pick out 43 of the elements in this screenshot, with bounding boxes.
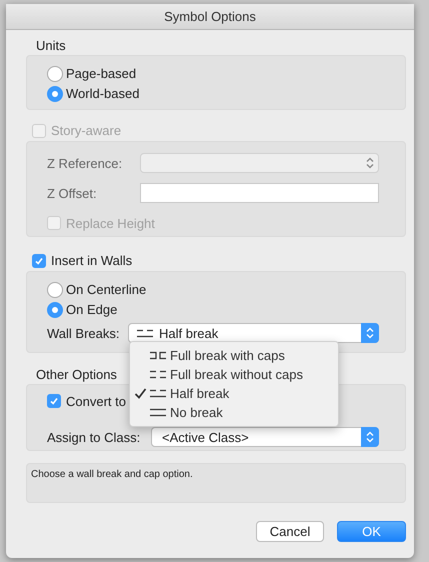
window-title: Symbol Options xyxy=(6,4,414,30)
menu-item-label: Half break xyxy=(170,386,230,401)
menu-item-label: Full break with caps xyxy=(170,348,285,363)
checkmark-icon xyxy=(34,256,44,266)
menu-item[interactable]: Half break xyxy=(130,384,338,403)
radio-label: Page-based xyxy=(66,66,136,81)
section-label: Units xyxy=(36,38,66,54)
field-label: Assign to Class: xyxy=(47,430,142,444)
checkbox-label: Convert to xyxy=(66,394,126,408)
checkmark-icon xyxy=(49,396,59,406)
checkbox[interactable] xyxy=(32,254,46,268)
wall-breaks-dropdown[interactable]: Half break xyxy=(128,323,379,343)
radio-button[interactable] xyxy=(47,302,63,318)
field-label: Wall Breaks: xyxy=(47,326,120,340)
help-text: Choose a wall break and cap option. xyxy=(26,463,406,503)
checkbox-label: Insert in Walls xyxy=(51,253,132,268)
stepper-icon xyxy=(361,323,379,343)
checkbox-label: Replace Height xyxy=(66,216,155,230)
cancel-button[interactable]: Cancel xyxy=(256,521,324,542)
stepper-icon xyxy=(361,427,379,447)
wall-break-icon xyxy=(137,328,154,338)
menu-item[interactable]: Full break without caps xyxy=(130,365,338,384)
field-label: Z Reference: xyxy=(47,156,124,170)
menu-item-label: No break xyxy=(170,405,223,420)
menu-item-label: Full break without caps xyxy=(170,367,303,382)
radio-label: On Edge xyxy=(66,302,118,317)
wall-break-icon xyxy=(150,389,167,398)
radio-label: World-based xyxy=(66,86,140,101)
checkbox-label: Story-aware xyxy=(51,123,122,138)
wall-break-icon xyxy=(150,370,167,379)
section-label: Other Options xyxy=(36,367,117,383)
menu-item[interactable]: Full break with caps xyxy=(130,346,338,365)
wall-break-icon xyxy=(150,351,167,360)
radio-label: On Centerline xyxy=(66,282,146,297)
z-reference-dropdown[interactable] xyxy=(140,153,379,173)
menu-item[interactable]: No break xyxy=(130,403,338,422)
radio-button[interactable] xyxy=(47,66,63,82)
class-dropdown[interactable]: <Active Class> xyxy=(151,427,379,447)
wall-break-icon xyxy=(150,408,167,417)
checkbox[interactable] xyxy=(47,394,61,408)
field-label: Z Offset: xyxy=(47,186,98,200)
radio-button[interactable] xyxy=(47,282,63,298)
radio-button[interactable] xyxy=(47,86,63,102)
